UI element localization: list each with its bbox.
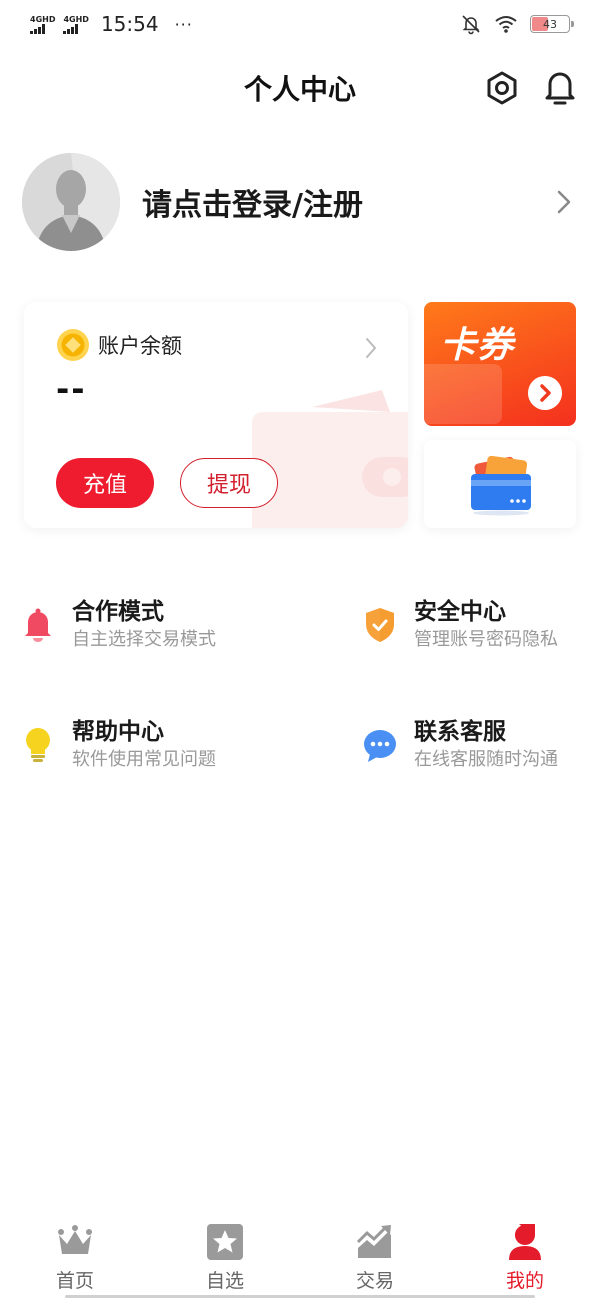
withdraw-button[interactable]: 提现 [180, 458, 278, 508]
star-icon [207, 1224, 243, 1260]
menu-item-contact-service[interactable]: 联系客服 在线客服随时沟通 [362, 710, 558, 780]
battery-icon: 43 [530, 15, 574, 33]
coupon-decoration [424, 364, 502, 424]
balance-value: -- [56, 370, 87, 408]
menu-title: 联系客服 [414, 719, 506, 745]
shield-icon [366, 608, 394, 642]
signal-icon: 4GHD [30, 15, 55, 34]
menu-title: 合作模式 [72, 599, 164, 625]
arrow-right-circle-icon[interactable] [528, 376, 562, 410]
nav-label: 自选 [205, 1270, 244, 1292]
menu-item-help-center[interactable]: 帮助中心 软件使用常见问题 [20, 710, 216, 780]
menu-item-cooperation-mode[interactable]: 合作模式 自主选择交易模式 [20, 590, 216, 660]
wifi-icon [495, 16, 517, 33]
coupon-title: 卡券 [440, 325, 515, 366]
menu-item-security-center[interactable]: 安全中心 管理账号密码隐私 [362, 590, 558, 660]
menu-subtitle: 软件使用常见问题 [72, 749, 216, 770]
nav-item-home[interactable]: 首页 [0, 1216, 150, 1300]
recharge-button[interactable]: 充值 [56, 458, 154, 508]
chart-icon [356, 1225, 391, 1258]
bell-icon [25, 608, 51, 642]
balance-label: 账户余额 [98, 334, 182, 358]
status-time: 15:54 [100, 12, 159, 36]
nav-label: 首页 [55, 1270, 94, 1292]
nav-item-watchlist[interactable]: 自选 [150, 1216, 300, 1300]
avatar[interactable] [22, 153, 120, 251]
user-icon [509, 1224, 541, 1260]
chevron-right-icon[interactable] [364, 336, 378, 360]
status-left: 4GHD 4GHD 15:54 ··· [30, 12, 193, 36]
coupon-card[interactable]: 卡券 [424, 302, 576, 426]
status-bar: 4GHD 4GHD 15:54 ··· 43 [0, 0, 600, 48]
login-register-prompt[interactable]: 请点击登录/注册 [142, 180, 363, 224]
crown-icon [58, 1225, 92, 1254]
menu-subtitle: 自主选择交易模式 [72, 629, 216, 650]
nav-label: 交易 [355, 1270, 394, 1292]
battery-level: 43 [543, 17, 557, 31]
status-more: ··· [174, 14, 193, 34]
menu-subtitle: 管理账号密码隐私 [414, 629, 558, 650]
wallet-watermark-icon [252, 390, 408, 528]
network-type: 4GHD [63, 14, 89, 24]
profile-login-row[interactable]: 请点击登录/注册 [22, 150, 578, 254]
default-avatar-icon [22, 153, 120, 251]
status-right: 43 [460, 13, 574, 35]
menu-title: 帮助中心 [72, 719, 164, 745]
nav-item-trade[interactable]: 交易 [300, 1216, 450, 1300]
nav-label: 我的 [505, 1270, 544, 1292]
menu-subtitle: 在线客服随时沟通 [414, 749, 558, 770]
account-balance-card[interactable]: 账户余额 -- 充值 提现 [24, 302, 408, 528]
bank-card-shortcut[interactable] [424, 440, 576, 528]
settings-icon[interactable] [484, 70, 520, 106]
mute-bell-icon [462, 15, 480, 35]
balance-header: 账户余额 [56, 328, 182, 362]
lightbulb-icon [26, 728, 50, 762]
chat-icon [364, 730, 396, 762]
bottom-navigation: 首页 自选 交易 我的 [0, 1216, 600, 1300]
header: 个人中心 [0, 60, 600, 116]
network-type: 4GHD [30, 14, 56, 24]
signal-icon: 4GHD [63, 14, 89, 34]
chevron-right-icon[interactable] [554, 188, 574, 216]
nav-divider [65, 1295, 535, 1298]
nav-item-mine[interactable]: 我的 [450, 1216, 600, 1300]
menu-title: 安全中心 [414, 599, 506, 625]
notification-bell-icon[interactable] [542, 68, 578, 106]
coin-icon [57, 329, 89, 361]
bank-card-icon [471, 456, 531, 516]
